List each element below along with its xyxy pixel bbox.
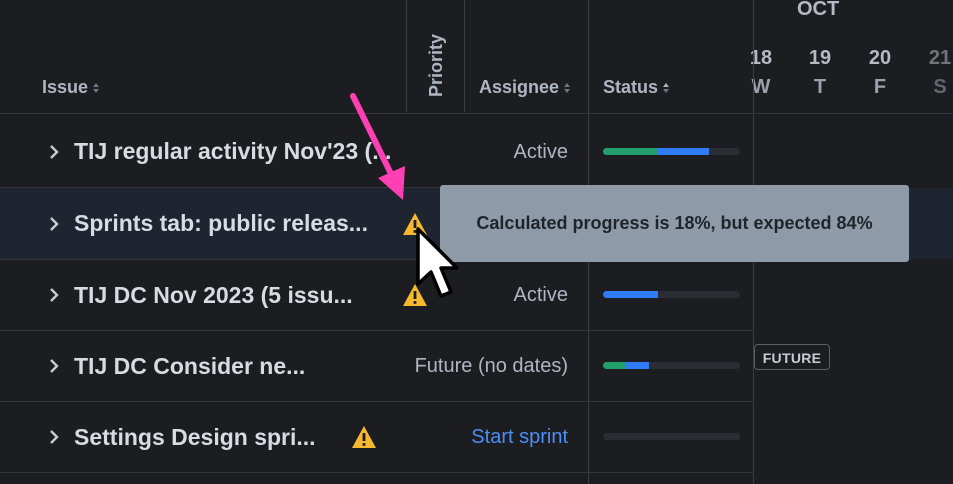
progress-done: [603, 148, 658, 155]
assignee-header-label: Assignee: [479, 77, 560, 97]
table-row[interactable]: Settings Design spri... Start sprint: [0, 402, 754, 473]
progress-in-progress: [625, 362, 649, 369]
day-weekday: S: [933, 76, 947, 98]
month-label: OCT: [797, 0, 840, 20]
issue-title[interactable]: Sprints tab: public releas...: [74, 210, 368, 237]
progress-in-progress: [658, 148, 709, 155]
progress-bar: [603, 148, 740, 155]
day-weekday: T: [813, 76, 827, 98]
issue-title[interactable]: TIJ regular activity Nov'23 (...: [74, 138, 391, 165]
mouse-cursor-icon: [416, 227, 459, 298]
warning-icon[interactable]: [351, 425, 377, 449]
status-column-header[interactable]: Status: [603, 77, 670, 98]
issue-title[interactable]: TIJ DC Nov 2023 (5 issu...: [74, 282, 353, 309]
day-weekday: F: [873, 76, 887, 98]
annotation-arrow-icon: [350, 93, 405, 200]
chevron-right-icon[interactable]: [44, 356, 64, 376]
row-divider: [0, 472, 754, 473]
day-number: 21: [928, 47, 952, 69]
sort-icon: [93, 83, 100, 94]
chevron-right-icon[interactable]: [44, 142, 64, 162]
day-number: 19: [808, 47, 832, 69]
sort-asc-icon: [663, 83, 670, 94]
calendar-day: 20 F: [860, 47, 900, 99]
future-badge[interactable]: FUTURE: [754, 344, 830, 370]
day-number: 20: [868, 47, 892, 69]
issue-header-label: Issue: [42, 77, 89, 97]
chevron-right-icon[interactable]: [44, 427, 64, 447]
priority-header-label: Priority: [426, 33, 446, 97]
calendar-day: 21 S: [920, 47, 953, 99]
calendar-day: 19 T: [800, 47, 840, 99]
priority-column-header[interactable]: Priority: [414, 0, 464, 112]
row-divider: [0, 113, 953, 114]
row-divider: [0, 330, 754, 331]
issue-title[interactable]: Settings Design spri...: [74, 424, 316, 451]
sprint-state: Future (no dates): [414, 355, 568, 377]
progress-bar: [603, 291, 740, 298]
progress-bar: [603, 362, 740, 369]
status-header-label: Status: [603, 77, 659, 97]
table-row[interactable]: TIJ DC Nov 2023 (5 issu... Active: [0, 260, 754, 331]
progress-in-progress: [603, 291, 658, 298]
day-weekday: W: [751, 76, 771, 98]
progress-bar: [603, 433, 740, 440]
table-row[interactable]: TIJ DC Consider ne... Future (no dates): [0, 331, 754, 402]
assignee-column-header[interactable]: Assignee: [479, 77, 571, 98]
calendar-day: 18 W: [741, 47, 781, 99]
sort-icon: [564, 83, 571, 94]
progress-warning-tooltip: Calculated progress is 18%, but expected…: [440, 185, 909, 262]
chevron-right-icon[interactable]: [44, 214, 64, 234]
progress-done: [603, 362, 625, 369]
column-divider: [464, 0, 465, 112]
issue-column-header[interactable]: Issue: [42, 77, 100, 98]
start-sprint-link[interactable]: Start sprint: [471, 426, 568, 449]
sprint-state: Active: [513, 284, 568, 306]
chevron-right-icon[interactable]: [44, 285, 64, 305]
row-divider: [0, 401, 754, 402]
issue-title[interactable]: TIJ DC Consider ne...: [74, 353, 305, 380]
day-number: 18: [749, 47, 773, 69]
sprint-state: Active: [513, 141, 568, 163]
